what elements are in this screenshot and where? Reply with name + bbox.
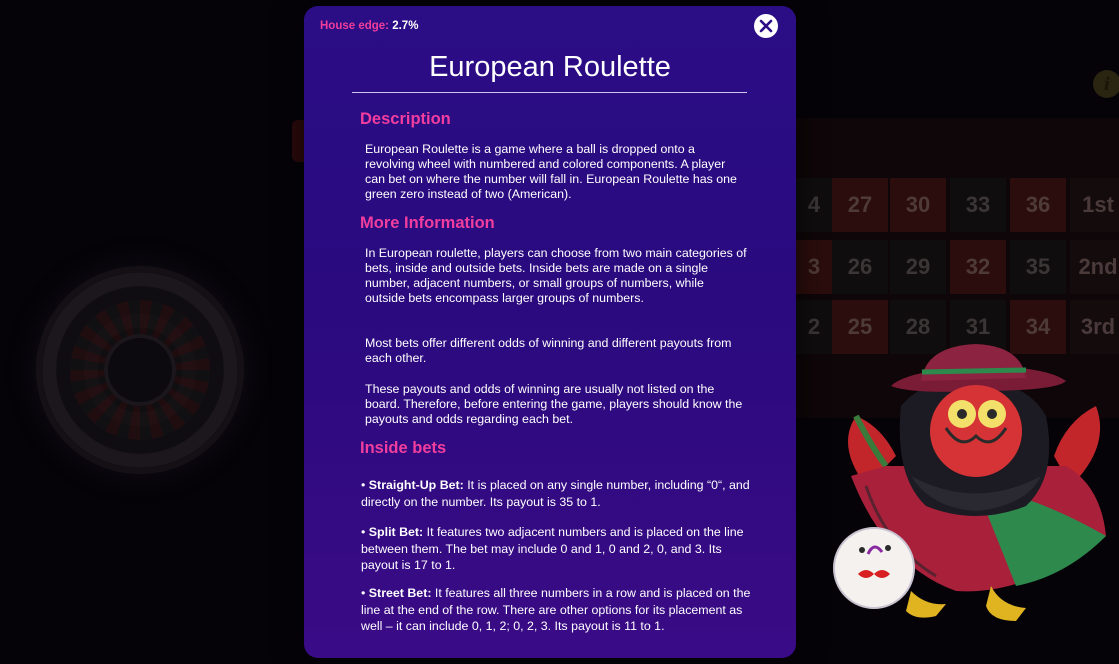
house-edge-value: 2.7%: [392, 20, 419, 32]
board-cell: 35: [1010, 240, 1066, 294]
board-cell: 2nd: [1070, 240, 1119, 294]
game-info-modal: House edge: 2.7% European Roulette Descr…: [304, 6, 796, 658]
bullet-icon: •: [361, 525, 366, 539]
owl-mascot-illustration: [833, 344, 1106, 621]
bet-name: Straight-Up Bet:: [368, 478, 464, 492]
info-icon[interactable]: i: [1093, 70, 1119, 98]
more-info-paragraph: These payouts and odds of winning are us…: [365, 382, 743, 426]
title-divider: [352, 92, 747, 93]
description-text: European Roulette is a game where a ball…: [365, 142, 737, 201]
description-heading: Description: [360, 110, 451, 128]
bullet-icon: •: [361, 586, 366, 600]
bet-name: Street Bet:: [368, 586, 432, 600]
house-edge: House edge: 2.7%: [320, 20, 418, 32]
board-cell: 26: [832, 240, 888, 294]
close-icon: [759, 19, 773, 33]
list-item: • Street Bet: It features all three numb…: [361, 585, 753, 635]
board-cell: 33: [950, 178, 1006, 232]
board-cell: 29: [890, 240, 946, 294]
bullet-icon: •: [361, 478, 366, 492]
board-cell: 30: [890, 178, 946, 232]
more-info-paragraph: In European roulette, players can choose…: [365, 246, 747, 305]
list-item: • Straight-Up Bet: It is placed on any s…: [361, 477, 753, 510]
modal-title: European Roulette: [429, 51, 671, 83]
roulette-wheel: [42, 272, 238, 468]
more-info-paragraph: Most bets offer different odds of winnin…: [365, 336, 732, 365]
inside-bets-heading: Inside bets: [360, 439, 447, 457]
board-cell: 1st: [1070, 178, 1119, 232]
list-item: • Split Bet: It features two adjacent nu…: [361, 524, 753, 574]
close-button[interactable]: [754, 14, 778, 38]
board-cell: 32: [950, 240, 1006, 294]
board-cell: 27: [832, 178, 888, 232]
house-edge-label: House edge:: [320, 20, 390, 32]
board-cell: 36: [1010, 178, 1066, 232]
more-info-heading: More Information: [360, 214, 495, 232]
bet-name: Split Bet:: [368, 525, 424, 539]
